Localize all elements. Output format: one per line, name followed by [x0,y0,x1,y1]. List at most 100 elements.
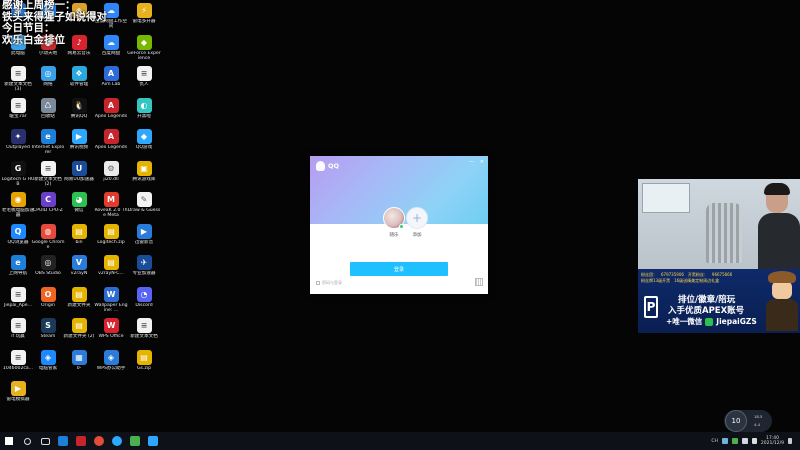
taskbar-app[interactable] [108,432,126,450]
taskbar-app[interactable] [72,432,90,450]
desktop-icon[interactable]: ◕ 微信 [62,192,96,226]
taskbar-app[interactable] [126,432,144,450]
qq-login-window[interactable]: QQ — ✕ 随乐 + 添加 登录 密码与登录 [310,156,488,294]
desktop-icon[interactable]: C CPUID CPU-Z [31,192,65,226]
desktop-icon[interactable]: Q QQ浏览器 [1,223,35,258]
desktop-icon[interactable]: ▤ 新建文件夹 [62,286,96,321]
desktop-icon[interactable]: ⚙ ji20.dll [94,160,128,195]
app-icon: M [103,192,119,207]
desktop-icon[interactable]: ◈ WPS办公助手 [94,349,128,384]
remember-password[interactable]: 密码与登录 [316,280,342,286]
desktop-icon[interactable]: ❖ 软件管理 [62,66,96,100]
desktop-icon[interactable]: e 上网导航 [1,255,35,289]
desktop-icon[interactable]: A Apex Legends [94,97,128,132]
close-icon[interactable]: ✕ [480,159,484,165]
desktop-icon[interactable]: ▤ Logitech.zip [94,223,128,258]
desktop-icon[interactable]: ▶ 迅雷影音 [127,223,161,258]
minimize-icon[interactable]: — [469,159,474,165]
edge-icon [58,436,68,446]
volume-row: 18.5 [754,414,763,419]
app-icon: ≡ [136,66,152,81]
taskbar-app[interactable] [144,432,162,450]
desktop-icon-label: v2rayN [70,271,88,276]
ad-info-item: 粉丝团： [641,272,657,277]
notification-icon[interactable] [788,438,792,444]
desktop-icon[interactable]: ▣ 腾讯游戏库 [127,160,161,195]
desktop-icon-label: 雷电多开器 [132,19,156,24]
desktop-icon-label: QQ浏览器 [7,239,29,245]
wechat-tray-icon[interactable] [731,438,738,444]
desktop-icon[interactable]: ✎ Draw & Guess [127,192,161,226]
desktop-icon[interactable]: ▶ 雷电模拟器 [1,381,35,415]
desktop-icon[interactable]: ≡ Jiepai_Ape... [1,286,35,321]
desktop-icon[interactable]: ✈ 专业加速器 [127,255,161,289]
qr-code-icon[interactable] [475,278,483,286]
desktop-icon[interactable]: ◔ Discord [127,286,161,321]
desktop-icon-label: 新建文件夹 (2) [63,334,95,339]
search-button[interactable] [18,432,36,450]
desktop-icon[interactable]: ≡ 1046002ca... [1,349,35,384]
app-icon: ◈ [103,349,119,365]
desktop-icon[interactable]: e Internet Explorer [31,129,65,163]
desktop-icon[interactable]: W Wallpaper Engine: ... [94,286,128,321]
task-view-button[interactable] [36,432,54,450]
login-button[interactable]: 登录 [350,262,448,276]
start-button[interactable] [0,432,18,450]
desktop-icon[interactable]: ▤ Gs.zip [127,349,161,384]
desktop-icon[interactable]: ◎ 网络 [31,66,65,100]
desktop-icon[interactable]: ▦ 0- [62,349,96,384]
desktop-icon[interactable]: ◐ 开黑啦 [127,97,161,132]
desktop-icon-label: 回收站 [41,113,55,119]
desktop-icon-label: Logitech G HUB [1,176,35,187]
app-icon: O [40,286,56,302]
account-avatar-add[interactable]: + 添加 [404,207,430,238]
desktop-icon[interactable]: M RoveaK 2.0 The Meta [94,192,128,226]
desktop-icon[interactable]: S Steam [31,318,65,352]
taskbar-app[interactable] [90,432,108,450]
qq-icon [112,436,122,446]
desktop-icon[interactable]: ◆ QQ游戏 [127,129,161,163]
desktop-icon[interactable]: ⚡ 雷电多开器 [127,3,161,37]
desktop-icon[interactable]: W WPS Office [94,318,128,352]
desktop-icon[interactable]: ≡ 新建文本文档 [127,318,161,352]
desktop-icon[interactable]: ≡ 新建文本文档 (2) [31,160,65,195]
ad-logo: P [644,296,658,318]
desktop-icon[interactable]: ▤ bin [62,223,96,258]
taskbar-app[interactable] [54,432,72,450]
desktop-icon[interactable]: ≡ 仇人 [127,66,161,100]
desktop-icon-label: Wallpaper Engine: ... [94,302,128,313]
desktop-icon[interactable]: ◆ GeForce Experience [127,34,161,69]
desktop-icon[interactable]: ◎ OBS Studio [31,255,65,289]
ad-info-item: 16级送精美定制周边礼盒 [674,278,720,283]
desktop-icon[interactable]: ♺ 回收站 [31,97,65,132]
desktop-icon[interactable]: G Logitech G HUB [1,160,35,195]
network-icon[interactable] [721,438,728,444]
remember-checkbox[interactable] [316,281,320,285]
desktop-icon[interactable]: ◈ 电脑管家 [31,349,65,384]
desktop-icon-label: 腾讯QQ [70,113,88,119]
desktop-icon[interactable]: A Aim Lab [94,66,128,100]
desktop-icon[interactable]: 🐧 腾讯QQ [62,97,96,132]
desktop-icon[interactable]: U 网易UU加速器 [62,160,96,195]
streamer [758,183,800,269]
input-language[interactable]: CH [711,439,718,444]
desktop-icon[interactable]: A Apex Legends [94,129,128,163]
desktop-icon[interactable]: ▶ 腾讯视频 [62,129,96,163]
desktop-icon-label: 新建文本文档 (2) [34,176,62,187]
desktop-icon[interactable]: ≡ 暖宝.rar [1,97,35,132]
volume-icon[interactable] [741,438,748,444]
desktop-icon-label: Origin [41,302,55,308]
desktop-icon-label: 开黑啦 [137,113,151,119]
desktop-icon[interactable]: ▤ 新建文件夹 (2) [62,318,96,352]
desktop-icon[interactable]: ◉ 老毛桃电脑加速器 [1,192,35,226]
desktop-icon[interactable]: O Origin [31,286,65,321]
webcam-feed [638,179,800,269]
desktop-icon[interactable]: ≡ if 玩赢 [1,318,35,352]
desktop-icon[interactable]: Vv2rayN [62,255,96,289]
input-method-icon[interactable] [751,438,757,444]
clock[interactable]: 17:40 2021/12/9 [761,436,784,447]
desktop-icon[interactable]: ✦ Outplayed [1,129,35,163]
desktop-icon[interactable]: ≡ 新建文本文档 (3) [1,66,35,100]
desktop-icon[interactable]: ▤ v2rayN-C... [94,255,128,289]
desktop-icon[interactable]: ◍ Google Chrome [31,223,65,258]
